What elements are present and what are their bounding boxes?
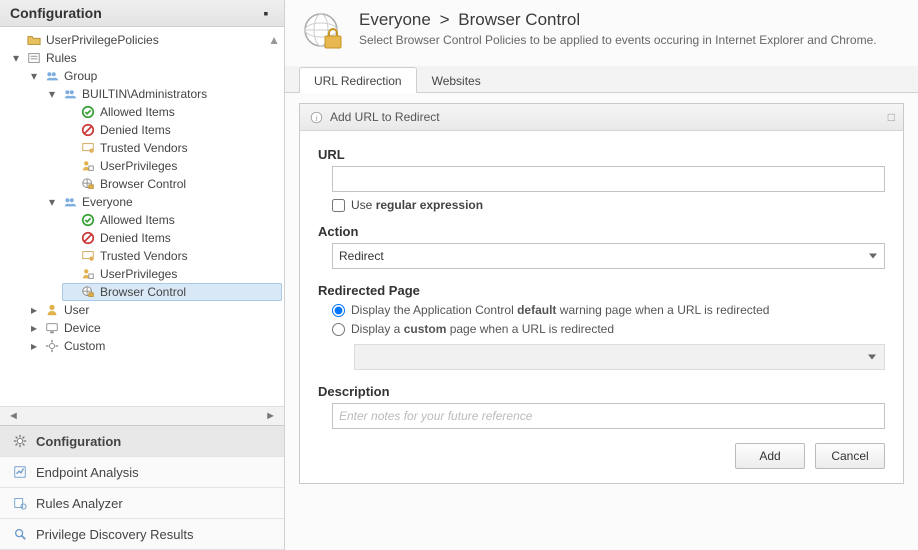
group-icon xyxy=(44,68,60,84)
group-icon xyxy=(62,86,78,102)
nav-configuration[interactable]: Configuration xyxy=(0,426,284,457)
twisty-collapsed-icon[interactable]: ▸ xyxy=(28,304,40,316)
folder-icon xyxy=(26,32,42,48)
check-circle-icon xyxy=(80,104,96,120)
sidebar-header: Configuration ▪ xyxy=(0,0,284,27)
cancel-button[interactable]: Cancel xyxy=(815,443,885,469)
tree-item-denied-items[interactable]: Denied Items xyxy=(62,229,282,247)
gear-icon xyxy=(44,338,60,354)
scroll-right-icon[interactable]: ► xyxy=(265,410,276,422)
tree-item-user-privileges[interactable]: UserPrivileges xyxy=(62,157,282,175)
action-select[interactable]: Redirect xyxy=(332,243,885,269)
tree-item-trusted-vendors[interactable]: Trusted Vendors xyxy=(62,247,282,265)
certificate-icon xyxy=(80,140,96,156)
svg-text:i: i xyxy=(315,113,317,122)
sidebar: Configuration ▪ UserPrivilegePolicies ▲ … xyxy=(0,0,285,550)
tree-item-user-privileges[interactable]: UserPrivileges xyxy=(62,265,282,283)
tree-item-custom[interactable]: ▸ Custom xyxy=(26,337,282,355)
regex-checkbox[interactable] xyxy=(332,199,345,212)
analyzer-icon xyxy=(12,495,28,511)
tab-websites[interactable]: Websites xyxy=(417,67,496,93)
tree-item-everyone[interactable]: ▾ Everyone xyxy=(44,193,282,211)
radio-custom-page[interactable]: Display a custom page when a URL is redi… xyxy=(332,322,885,336)
custom-page-select-disabled xyxy=(354,344,885,370)
privileges-icon xyxy=(80,266,96,282)
tree-item-device[interactable]: ▸ Device xyxy=(26,319,282,337)
label-url: URL xyxy=(318,147,885,162)
radio-custom-input[interactable] xyxy=(332,323,345,336)
twisty-collapsed-icon[interactable]: ▸ xyxy=(28,322,40,334)
globe-lock-icon xyxy=(301,10,345,54)
discovery-icon xyxy=(12,526,28,542)
tree-item-denied-items[interactable]: Denied Items xyxy=(62,121,282,139)
deny-circle-icon xyxy=(80,230,96,246)
check-circle-icon xyxy=(80,212,96,228)
info-icon: i xyxy=(308,109,324,125)
privileges-icon xyxy=(80,158,96,174)
config-tree[interactable]: UserPrivilegePolicies ▲ ▾ Rules ▾ xyxy=(0,27,284,406)
certificate-icon xyxy=(80,248,96,264)
twisty-collapsed-icon[interactable]: ▸ xyxy=(28,340,40,352)
sidebar-title: Configuration xyxy=(10,5,102,21)
nav-rules-analyzer[interactable]: Rules Analyzer xyxy=(0,488,284,519)
regex-label-bold: regular expression xyxy=(376,198,483,212)
tree-item-user-privilege-policies[interactable]: UserPrivilegePolicies ▲ xyxy=(8,31,282,49)
twisty-expanded-icon[interactable]: ▾ xyxy=(46,196,58,208)
twisty-icon[interactable] xyxy=(10,34,22,46)
page-subtitle: Select Browser Control Policies to be ap… xyxy=(359,33,902,47)
nav-privilege-discovery[interactable]: Privilege Discovery Results xyxy=(0,519,284,550)
tree-item-allowed-items[interactable]: Allowed Items xyxy=(62,211,282,229)
panel-title: Add URL to Redirect xyxy=(330,110,440,124)
twisty-expanded-icon[interactable]: ▾ xyxy=(28,70,40,82)
tree-scroll-hint: ◄ ► xyxy=(0,406,284,425)
nav-endpoint-analysis[interactable]: Endpoint Analysis xyxy=(0,457,284,488)
globe-lock-icon xyxy=(80,176,96,192)
nav-panes: Configuration Endpoint Analysis Rules An… xyxy=(0,425,284,550)
twisty-expanded-icon[interactable]: ▾ xyxy=(46,88,58,100)
rules-icon xyxy=(26,50,42,66)
tree-item-allowed-items[interactable]: Allowed Items xyxy=(62,103,282,121)
expand-icon[interactable]: □ xyxy=(888,110,895,124)
tab-bar: URL Redirection Websites xyxy=(285,66,918,93)
regex-checkbox-row[interactable]: Use regular expression xyxy=(332,198,885,212)
radio-default-page[interactable]: Display the Application Control default … xyxy=(332,303,885,317)
globe-lock-icon xyxy=(80,284,96,300)
gear-icon xyxy=(12,433,28,449)
tree-item-rules[interactable]: ▾ Rules xyxy=(8,49,282,67)
analysis-icon xyxy=(12,464,28,480)
tab-url-redirection[interactable]: URL Redirection xyxy=(299,67,417,93)
tree-item-trusted-vendors[interactable]: Trusted Vendors xyxy=(62,139,282,157)
label-redirected-page: Redirected Page xyxy=(318,283,885,298)
tree-item-browser-control-selected[interactable]: Browser Control xyxy=(62,283,282,301)
collapse-icon[interactable]: ▪ xyxy=(258,5,274,21)
radio-default-input[interactable] xyxy=(332,304,345,317)
tree-item-user[interactable]: ▸ User xyxy=(26,301,282,319)
tree-item-browser-control[interactable]: Browser Control xyxy=(62,175,282,193)
tree-item-builtin-admins[interactable]: ▾ BUILTIN\Administrators xyxy=(44,85,282,103)
url-input[interactable] xyxy=(332,166,885,192)
label-action: Action xyxy=(318,224,885,239)
panel-add-url-redirect: i Add URL to Redirect □ URL Use regular … xyxy=(299,103,904,484)
group-icon xyxy=(62,194,78,210)
device-icon xyxy=(44,320,60,336)
user-icon xyxy=(44,302,60,318)
add-button[interactable]: Add xyxy=(735,443,805,469)
twisty-expanded-icon[interactable]: ▾ xyxy=(10,52,22,64)
scroll-left-icon[interactable]: ◄ xyxy=(8,410,19,422)
description-input[interactable] xyxy=(332,403,885,429)
main-content: Everyone > Browser Control Select Browse… xyxy=(285,0,918,550)
label-description: Description xyxy=(318,384,885,399)
deny-circle-icon xyxy=(80,122,96,138)
breadcrumb: Everyone > Browser Control xyxy=(359,10,902,30)
tree-item-group[interactable]: ▾ Group xyxy=(26,67,282,85)
